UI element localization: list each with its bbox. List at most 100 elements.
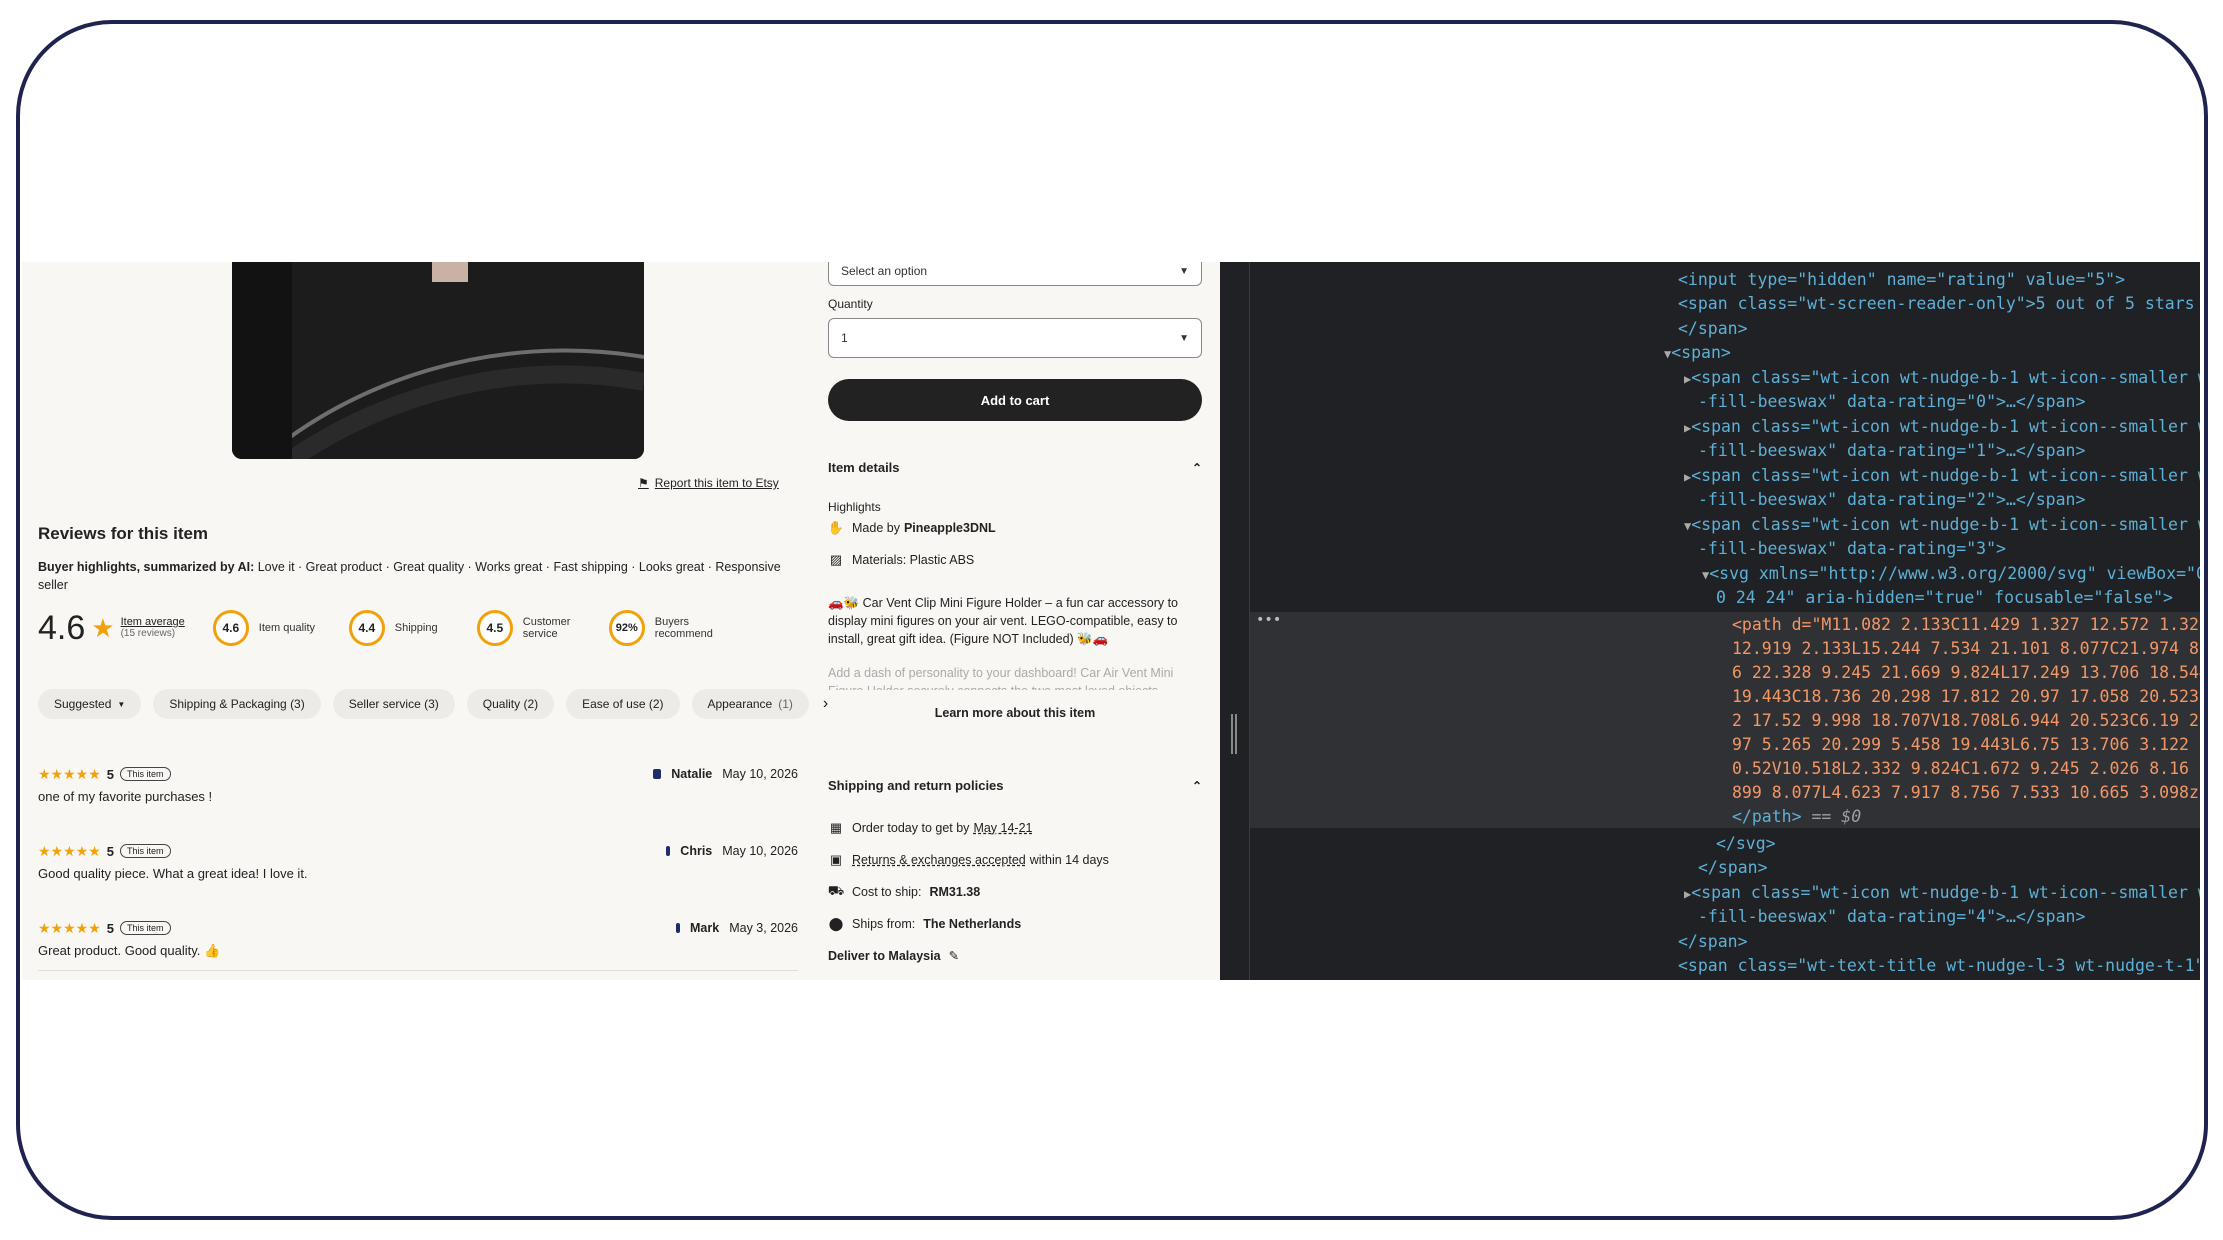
review-item: ★★★★★ 5 This item Chris May 10, 2026 Goo… [38,842,798,882]
chevron-up-icon: ⌃ [1191,778,1202,793]
dom-node-selected: </path> == $0 [1732,807,1862,826]
caret-down-icon: ▼ [1179,265,1189,277]
reviewer-info: Natalie May 10, 2026 [653,767,798,781]
dom-node[interactable]: 0 24 24" aria-hidden="true" focusable="f… [1716,586,2173,611]
item-description-faded: Add a dash of personality to your dashbo… [828,666,1174,690]
avatar [666,846,671,856]
shipping-policies-toggle[interactable]: Shipping and return policies ⌃ [828,778,1202,793]
dom-node[interactable]: -fill-beeswax" data-rating="4">…</span> [1698,905,2085,930]
this-item-badge: This item [120,921,171,935]
filter-suggested[interactable]: Suggested ▼ [38,689,142,719]
reviewer-info: Mark May 3, 2026 [676,921,798,935]
calendar-icon: ▦ [829,820,843,835]
avatar [676,923,681,933]
review-item: ★★★★★ 5 This item Mark May 3, 2026 Great… [38,919,798,959]
car-vent-photo [232,262,644,459]
average-rating: 4.6 [38,608,86,647]
item-details-toggle[interactable]: Item details ⌃ [828,460,1202,475]
dom-node[interactable]: ▼<span> [1664,341,1731,367]
dom-node-selected: 19.443C18.736 20.298 17.812 20.97 17.058… [1732,687,2200,706]
report-item-link[interactable]: ⚑ Report this item to Etsy [638,476,779,490]
materials-row: ▨ Materials: Plastic ABS [829,552,975,567]
variation-select[interactable]: Select an option ▼ [828,262,1202,286]
returns-icon: ▣ [829,852,843,867]
filter-shipping-packaging[interactable]: Shipping & Packaging (3) [153,689,321,719]
returns-row: ▣ Returns & exchanges accepted within 14… [829,852,1109,867]
reviews-title: Reviews for this item [38,524,209,543]
dom-node[interactable]: -fill-beeswax" data-rating="1">…</span> [1698,439,2085,464]
cost-row: ⛟ Cost to ship: RM31.38 [827,883,981,899]
dom-node[interactable]: <span class="wt-screen-reader-only">5 ou… [1678,292,2195,317]
dom-node[interactable]: ▶<span class="wt-icon wt-nudge-b-1 wt-ic… [1684,881,2200,907]
product-image[interactable] [232,262,644,459]
add-to-cart-button[interactable]: Add to cart [828,379,1202,421]
ships-from-row: ⬤ Ships from: The Netherlands [828,916,1022,931]
ratings-summary: 4.6 ★ Item average (15 reviews) 4.6 Item… [38,604,751,652]
star-rating-icons: ★★★★★ [38,919,101,936]
highlights-label: Highlights [828,500,881,514]
location-pin-icon: ⬤ [828,916,844,931]
deliver-to-link[interactable]: Deliver to Malaysia ✎ [828,948,960,964]
item-average-label[interactable]: Item average (15 reviews) [121,616,185,640]
item-description: 🚗🐝 Car Vent Clip Mini Figure Holder – a … [828,596,1179,646]
this-item-badge: This item [120,767,171,781]
divider [38,970,798,971]
ai-highlights: Buyer highlights, summarized by AI: Love… [38,560,781,592]
filter-quality[interactable]: Quality (2) [466,689,555,719]
dom-node[interactable]: <input type="hidden" name="rating" value… [1678,268,2125,293]
dom-node[interactable]: ▶<span class="wt-icon wt-nudge-b-1 wt-ic… [1684,415,2200,441]
caret-down-icon: ▼ [1179,332,1189,344]
dom-node[interactable]: ▶<span class="wt-icon wt-nudge-b-1 wt-ic… [1684,366,2200,392]
dom-node-selected: 6 22.328 9.245 21.669 9.824L17.249 13.70… [1732,663,2200,682]
review-filters: Suggested ▼ Shipping & Packaging (3) Sel… [38,689,828,719]
dom-tree: <input type="hidden" name="rating" value… [1220,262,2200,980]
materials-icon: ▨ [829,552,843,567]
star-rating-icons: ★★★★★ [38,765,101,782]
dom-node-selected: 899 8.077L4.623 7.917 8.756 7.533 10.665… [1732,783,2200,802]
dom-node-selected: 12.919 2.133L15.244 7.534 21.101 8.077C2… [1732,639,2200,658]
flag-icon: ⚑ [638,476,649,490]
filter-appearance[interactable]: Appearance (1) [691,689,809,719]
console-reference: == $0 [1811,807,1862,826]
dom-node[interactable]: </svg> [1716,832,1776,857]
dom-node-selected: 97 5.265 20.299 5.458 19.443L6.75 13.706… [1732,735,2200,754]
learn-more-button[interactable]: Learn more about this item [828,706,1202,720]
filter-ease-of-use[interactable]: Ease of use (2) [566,689,680,719]
this-item-badge: This item [120,844,171,858]
devtools-elements-panel: ••• <input type="hidden" name="rating" v… [1220,262,2200,980]
chevron-up-icon: ⌃ [1191,460,1202,475]
caret-down-icon: ▼ [117,699,126,709]
dom-node[interactable]: ▼<span class="wt-icon wt-nudge-b-1 wt-ic… [1684,513,2200,539]
order-date-row: ▦ Order today to get by May 14-21 [829,820,1033,835]
reviewer-info: Chris May 10, 2026 [666,844,798,858]
metric-shipping: 4.4 Shipping [348,610,447,646]
dom-node[interactable]: ▼<svg xmlns="http://www.w3.org/2000/svg"… [1702,562,2200,588]
filter-seller-service[interactable]: Seller service (3) [332,689,455,719]
dom-node[interactable]: <span class="wt-text-title wt-nudge-l-3 … [1678,954,2200,979]
review-item: ★★★★★ 5 This item Natalie May 10, 2026 o… [38,765,798,805]
quantity-select[interactable]: 1 ▼ [828,318,1202,358]
dom-node-selected: 2 17.52 9.998 18.707V18.708L6.944 20.523… [1732,711,2200,730]
etsy-listing-page: ⚑ Report this item to Etsy Reviews for t… [22,262,1220,980]
dom-node[interactable]: </span> [1678,317,1748,342]
metric-buyers-recommend: 92% Buyers recommend [608,610,721,646]
dom-node[interactable]: -fill-beeswax" data-rating="2">…</span> [1698,488,2085,513]
dom-node-selected[interactable]: <path d="M11.082 2.133C11.429 1.327 12.5… [1732,613,2200,638]
metric-customer-service: 4.5 Customer service [476,610,579,646]
pencil-icon: ✎ [948,949,960,963]
hand-icon: ✋ [827,520,845,535]
dom-node[interactable]: </span> [1698,856,1768,881]
quantity-label: Quantity [828,297,873,311]
metric-item-quality: 4.6 Item quality [212,610,319,646]
star-rating-icons: ★★★★★ [38,842,101,859]
dom-node[interactable]: ▶<span class="wt-icon wt-nudge-b-1 wt-ic… [1684,464,2200,490]
made-by-row: ✋ Made by Pineapple3DNL [827,520,996,535]
browser-viewport: ⚑ Report this item to Etsy Reviews for t… [22,262,2200,980]
dom-node[interactable]: </span> [1678,930,1748,955]
truck-icon: ⛟ [827,883,845,898]
dom-node[interactable]: -fill-beeswax" data-rating="3"> [1698,537,2006,562]
avatar [653,769,662,779]
star-icon: ★ [91,612,115,643]
dom-node[interactable]: -fill-beeswax" data-rating="0">…</span> [1698,390,2085,415]
dom-node-selected: 0.52V10.518L2.332 9.824C1.672 9.245 2.02… [1732,759,2200,778]
